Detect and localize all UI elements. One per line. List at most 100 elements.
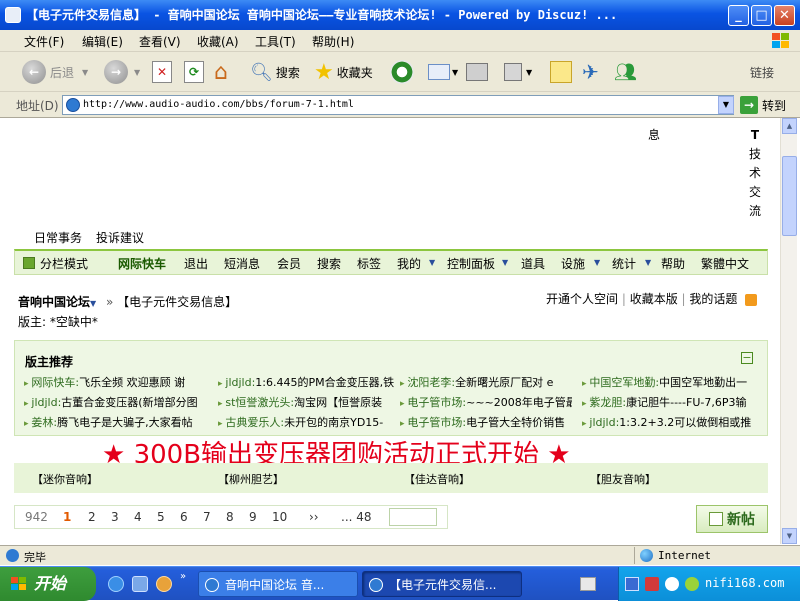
history-button[interactable] (390, 58, 414, 86)
media-quicklaunch-icon[interactable] (156, 576, 172, 592)
pager-last[interactable]: ... 48 (341, 510, 372, 524)
pager-jump-input[interactable] (389, 508, 437, 526)
edit-button[interactable]: ▼ (504, 58, 532, 86)
link-favorite-forum[interactable]: 收藏本版 (630, 292, 678, 306)
chevron-down-icon[interactable]: ▼ (594, 258, 600, 267)
nav-column-mode[interactable]: 分栏模式 (40, 255, 88, 272)
nav-logout[interactable]: 退出 (184, 255, 208, 272)
pager-page[interactable]: 8 (226, 510, 234, 524)
nav-items[interactable]: 道具 (521, 255, 545, 272)
recommend-item[interactable]: ▸ 网际快车:飞乐全频 欢迎惠顾 谢 (24, 374, 210, 390)
quicklaunch-more-icon[interactable]: » (180, 571, 186, 582)
recommend-item[interactable]: ▸ 紫龙胆:康记胆牛----FU-7,6P3输 (582, 394, 752, 410)
link-my-topics[interactable]: 我的话题 (689, 292, 737, 306)
minimize-button[interactable]: _ (728, 5, 749, 26)
address-dropdown-icon[interactable]: ▼ (718, 96, 734, 114)
go-button[interactable]: → 转到 (740, 95, 786, 115)
recommend-item[interactable]: ▸ jldjld:1:3.2+3.2可以做倒相或推 (582, 414, 752, 430)
security-shield-icon[interactable] (645, 577, 659, 591)
ad-link-3[interactable]: 【佳达音响】 (404, 471, 470, 487)
link-complaints[interactable]: 投诉建议 (96, 229, 144, 246)
chevron-down-icon[interactable]: ▼ (502, 258, 508, 267)
discuss-button[interactable] (550, 58, 572, 86)
home-button[interactable]: ⌂ (214, 58, 228, 86)
task-button-trade-info[interactable]: 【电子元件交易信... (362, 571, 522, 597)
recommend-item[interactable]: ▸ 沈阳老李:全新曙光原厂配对 e (400, 374, 572, 390)
promo-banner[interactable]: ★ 300B输出变压器团购活动正式开始 ★ (0, 436, 780, 466)
task-button-forum[interactable]: 音响中国论坛 音... (198, 571, 358, 597)
breadcrumb-home[interactable]: 音响中国论坛 (18, 295, 90, 309)
nav-search[interactable]: 搜索 (317, 255, 341, 272)
nav-members[interactable]: 会员 (277, 255, 301, 272)
scroll-up-icon[interactable]: ▲ (782, 118, 797, 134)
menu-favorites[interactable]: 收藏(A) (197, 33, 239, 50)
menu-tools[interactable]: 工具(T) (255, 33, 296, 50)
link-open-space[interactable]: 开通个人空间 (546, 292, 618, 306)
nav-stats[interactable]: 统计 (612, 255, 636, 272)
address-input[interactable]: http://www.audio-audio.com/bbs/forum-7-1… (62, 95, 734, 115)
start-button[interactable]: 开始 (0, 567, 96, 601)
vertical-scrollbar[interactable]: ▲ ▼ (780, 118, 797, 544)
scroll-down-icon[interactable]: ▼ (782, 528, 797, 544)
network-icon[interactable] (625, 577, 639, 591)
tray-app-icon[interactable] (665, 577, 679, 591)
nav-facilities[interactable]: 设施 (561, 255, 585, 272)
recommend-item[interactable]: ▸ st恒誉激光头:淘宝网【恒誉原装 (218, 394, 394, 410)
mail-button[interactable]: ▼ (428, 58, 458, 86)
recommend-item[interactable]: ▸ 中国空军地勤:中国空军地勤出一 (582, 374, 752, 390)
pager-page[interactable]: 2 (88, 510, 96, 524)
recommend-item[interactable]: ▸ 电子管市场:电子管大全特价销售 (400, 414, 572, 430)
menu-help[interactable]: 帮助(H) (312, 33, 354, 50)
menu-view[interactable]: 查看(V) (139, 33, 181, 50)
keyboard-icon[interactable] (580, 577, 596, 591)
nav-my[interactable]: 我的 (397, 255, 421, 272)
collapse-icon[interactable]: − (741, 352, 753, 364)
ad-link-1[interactable]: 【迷你音响】 (32, 471, 98, 487)
chevron-down-icon[interactable]: ▼ (90, 299, 96, 308)
print-button[interactable] (466, 58, 488, 86)
nav-help[interactable]: 帮助 (661, 255, 685, 272)
refresh-button[interactable]: ⟳ (184, 58, 204, 86)
research-button[interactable]: ✈ (582, 58, 599, 86)
messenger-button[interactable]: 👥︎ (614, 58, 637, 86)
link-daily-affairs[interactable]: 日常事务 (34, 229, 82, 246)
forward-button[interactable]: → ▼ (104, 58, 140, 86)
pager-page[interactable]: 5 (157, 510, 165, 524)
nav-control-panel[interactable]: 控制面板 (447, 255, 495, 272)
maximize-button[interactable]: □ (751, 5, 772, 26)
search-button[interactable]: 🔍︎ 搜索 (250, 58, 300, 86)
menu-edit[interactable]: 编辑(E) (82, 33, 123, 50)
pager-next[interactable]: ›› (309, 510, 319, 524)
window-title-bar[interactable]: 【电子元件交易信息】 - 音响中国论坛 音响中国论坛——专业音响技术论坛! - … (0, 0, 800, 30)
pager-page[interactable]: 10 (272, 510, 287, 524)
chevron-down-icon[interactable]: ▼ (645, 258, 651, 267)
nav-tags[interactable]: 标签 (357, 255, 381, 272)
recommend-item[interactable]: ▸ jldjld:1:6.445的PM合金变压器,铁 (218, 374, 394, 390)
stop-button[interactable]: ✕ (152, 58, 172, 86)
favorites-button[interactable]: ★ 收藏夹 (314, 58, 373, 86)
volume-icon[interactable] (685, 577, 699, 591)
recommend-item[interactable]: ▸ jldjld:古董合金变压器(新增部分图 (24, 394, 210, 410)
recommend-item[interactable]: ▸ 姜林:腾飞电子是大骗子,大家看帖 (24, 414, 210, 430)
back-button[interactable]: ← 后退 ▼ (22, 58, 88, 86)
desktop-quicklaunch-icon[interactable] (132, 576, 148, 592)
chevron-down-icon[interactable]: ▼ (429, 258, 435, 267)
rss-icon[interactable] (745, 293, 758, 306)
pager-page[interactable]: 4 (134, 510, 142, 524)
menu-file[interactable]: 文件(F) (24, 33, 64, 50)
ad-link-2[interactable]: 【柳州胆艺】 (218, 471, 284, 487)
close-button[interactable]: ✕ (774, 5, 795, 26)
nav-messages[interactable]: 短消息 (224, 255, 260, 272)
new-post-button[interactable]: 新帖 (696, 505, 768, 533)
ie-quicklaunch-icon[interactable] (108, 576, 124, 592)
pager-page[interactable]: 9 (249, 510, 257, 524)
pager-page[interactable]: 6 (180, 510, 188, 524)
pager-page[interactable]: 7 (203, 510, 211, 524)
ad-link-4[interactable]: 【胆友音响】 (590, 471, 656, 487)
scroll-thumb[interactable] (782, 156, 797, 236)
recommend-item[interactable]: ▸ 古典爱乐人:未开包的南京YD15- (218, 414, 394, 430)
links-button[interactable]: 链接 (750, 58, 774, 86)
nav-username[interactable]: 网际快车 (118, 255, 166, 272)
nav-traditional-chinese[interactable]: 繁體中文 (701, 255, 749, 272)
pager-page[interactable]: 3 (111, 510, 119, 524)
